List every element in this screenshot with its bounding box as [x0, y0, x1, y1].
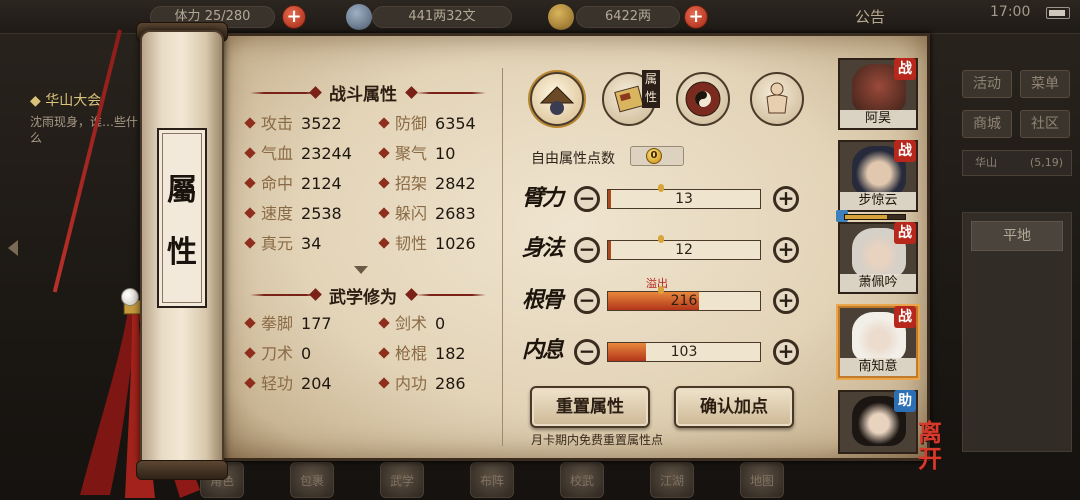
- roster-hp-bar: [844, 214, 906, 220]
- help-tag-badge: 助: [894, 390, 916, 412]
- reset-note: 月卡期内免费重置属性点: [530, 433, 663, 447]
- breath-plus-button[interactable]: +: [773, 339, 799, 365]
- overflow-label: 溢出: [646, 277, 668, 290]
- location-display: 华山 (5,19): [962, 150, 1072, 176]
- agility-plus-button[interactable]: +: [773, 237, 799, 263]
- roster-name: 阿昊: [840, 110, 916, 128]
- roster-name: 萧佩吟: [840, 274, 916, 292]
- attr-tab-tag: 属性: [642, 70, 660, 108]
- jade-bead: [121, 288, 139, 306]
- bottom-nav-bar: 角色 包裹 武学 布阵 校武 江湖 地图: [200, 458, 820, 500]
- collapse-arrow-icon[interactable]: [8, 240, 18, 256]
- constitution-plus-button[interactable]: +: [773, 288, 799, 314]
- scroll-title-label: 屬 性: [157, 128, 207, 308]
- stat-inner: 内功 286: [378, 370, 466, 394]
- agility-bar[interactable]: 12: [607, 235, 761, 260]
- body-icon[interactable]: [750, 72, 804, 126]
- quest-title: ◆ 华山大会: [30, 93, 102, 109]
- attr-name-breath: 内息: [522, 337, 564, 363]
- stat-dodge: 躲闪 2683: [378, 200, 476, 224]
- silver-icon: [346, 4, 372, 30]
- section-rule-right: [416, 294, 486, 296]
- stamina-plus-button[interactable]: +: [282, 5, 306, 29]
- announce-button[interactable]: 公告: [855, 6, 885, 27]
- nav-jianghu[interactable]: 江湖: [650, 462, 694, 498]
- nav-formation[interactable]: 布阵: [470, 462, 514, 498]
- nav-duel[interactable]: 校武: [560, 462, 604, 498]
- battery-icon: [1046, 7, 1070, 19]
- terrain-panel: 平地: [962, 212, 1072, 452]
- stat-defense: 防御 6354: [378, 110, 476, 134]
- gold-plus-button[interactable]: +: [684, 5, 708, 29]
- stat-fist: 拳脚 177: [244, 310, 332, 334]
- clock: 17:00: [990, 4, 1031, 20]
- nav-bag[interactable]: 包裹: [290, 462, 334, 498]
- scroll-title-bottom: 性: [167, 235, 197, 270]
- attr-name-constitution: 根骨: [522, 287, 564, 313]
- attr-name-strength: 臂力: [522, 185, 564, 211]
- confirm-points-button[interactable]: 确认加点: [674, 386, 794, 428]
- stat-hit: 命中 2124: [244, 170, 342, 194]
- constitution-bar[interactable]: 216: [607, 286, 761, 311]
- stat-blade: 刀术 0: [244, 340, 311, 364]
- panel-divider: [502, 68, 503, 446]
- war-tag-badge: 战: [894, 140, 916, 162]
- gold-ingot-icon: [548, 4, 574, 30]
- agility-value: 12: [675, 242, 693, 258]
- stat-sword: 剑术 0: [378, 310, 445, 334]
- section-rule-right: [416, 92, 486, 94]
- strength-bar[interactable]: 13: [607, 184, 761, 209]
- stat-zhenyuan: 真元 34: [244, 230, 321, 254]
- constitution-value: 216: [670, 293, 698, 309]
- breath-bar[interactable]: 103: [607, 342, 761, 362]
- stat-qi: 聚气 10: [378, 140, 455, 164]
- shop-button[interactable]: 商城: [962, 110, 1012, 138]
- stat-hp: 气血 23244: [244, 140, 352, 164]
- nav-martial[interactable]: 武学: [380, 462, 424, 498]
- silver-value: 441两32文: [372, 6, 512, 28]
- stat-parry: 招架 2842: [378, 170, 476, 194]
- quest-title-text: 华山大会: [45, 93, 102, 109]
- hat-icon[interactable]: [530, 72, 584, 126]
- strength-plus-button[interactable]: +: [773, 186, 799, 212]
- stat-tenacity: 韧性 1026: [378, 230, 476, 254]
- stat-speed: 速度 2538: [244, 200, 342, 224]
- agility-minus-button[interactable]: −: [574, 237, 600, 263]
- breath-minus-button[interactable]: −: [574, 339, 600, 365]
- constitution-minus-button[interactable]: −: [574, 288, 600, 314]
- expand-arrow-icon: [354, 266, 368, 274]
- roster-name: 步惊云: [840, 192, 916, 210]
- roller-cap-bottom: [136, 460, 228, 480]
- free-points-value: 0: [646, 148, 662, 164]
- war-tag-badge: 战: [894, 58, 916, 80]
- war-tag-badge: 战: [894, 306, 916, 328]
- menu-button[interactable]: 菜单: [1020, 70, 1070, 98]
- strength-value: 13: [675, 191, 693, 207]
- bagua-icon[interactable]: [676, 72, 730, 126]
- attr-name-agility: 身法: [522, 235, 564, 261]
- strength-minus-button[interactable]: −: [574, 186, 600, 212]
- location-coords: (5,19): [1029, 156, 1063, 169]
- war-tag-badge: 战: [894, 222, 916, 244]
- quest-desc: 沈雨现身，谁…些什么: [30, 115, 139, 145]
- terrain-field[interactable]: 平地: [971, 221, 1063, 251]
- free-points-label: 自由属性点数: [531, 151, 615, 167]
- reset-attributes-button[interactable]: 重置属性: [530, 386, 650, 428]
- gold-value: 6422两: [576, 6, 680, 28]
- nav-map[interactable]: 地图: [740, 462, 784, 498]
- location-name: 华山: [975, 156, 997, 169]
- combat-title: 战斗属性: [329, 85, 397, 105]
- stat-spear: 枪棍 182: [378, 340, 466, 364]
- breath-value: 103: [670, 344, 698, 360]
- leave-button[interactable]: 离开: [918, 420, 964, 480]
- community-button[interactable]: 社区: [1020, 110, 1070, 138]
- activity-button[interactable]: 活动: [962, 70, 1012, 98]
- martial-title: 武学修为: [329, 288, 397, 308]
- stat-attack: 攻击 3522: [244, 110, 342, 134]
- roster-name: 南知意: [840, 358, 916, 376]
- stat-lightness: 轻功 204: [244, 370, 332, 394]
- scroll-title-top: 屬: [167, 173, 197, 208]
